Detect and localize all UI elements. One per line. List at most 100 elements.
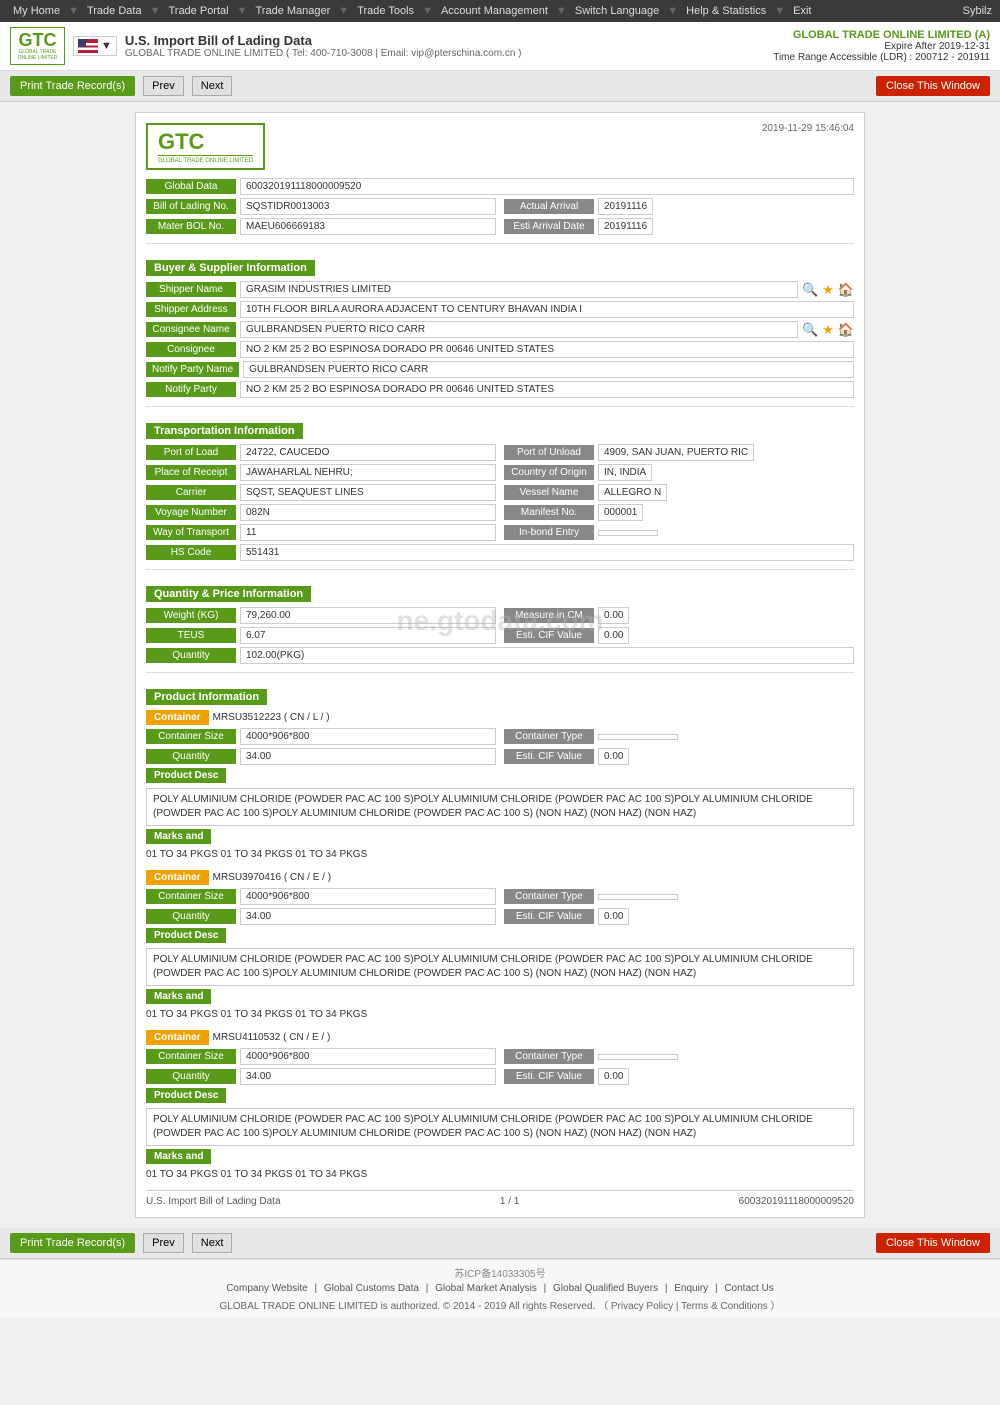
container-size-label-2: Container Size bbox=[146, 889, 236, 904]
weight-group: Weight (KG) 79,260.00 bbox=[146, 607, 496, 624]
port-load-group: Port of Load 24722, CAUCEDO bbox=[146, 444, 496, 461]
consignee-label: Consignee bbox=[146, 342, 236, 357]
print-button[interactable]: Print Trade Record(s) bbox=[10, 76, 135, 96]
card-footer-id: 600320191118000009520 bbox=[739, 1196, 854, 1207]
home-icon[interactable]: 🏠 bbox=[838, 282, 854, 298]
nav-trade-tools[interactable]: Trade Tools bbox=[352, 3, 419, 19]
prev-button[interactable]: Prev bbox=[143, 76, 184, 96]
card-logo: GTC GLOBAL TRADE ONLINE LIMITED bbox=[146, 123, 265, 170]
container-1-cif-group: Esti. CIF Value 0.00 bbox=[504, 748, 854, 765]
footer-global-customs-data[interactable]: Global Customs Data bbox=[324, 1283, 419, 1294]
measure-label: Measure in CM bbox=[504, 608, 594, 623]
container-3-qty-row: Quantity 34.00 Esti. CIF Value 0.00 bbox=[146, 1068, 854, 1085]
container-2-size-value: 4000*906*800 bbox=[240, 888, 496, 905]
header-left: GTC GLOBAL TRADE ONLINE LIMITED ▼ U.S. I… bbox=[10, 27, 522, 65]
bottom-prev-button[interactable]: Prev bbox=[143, 1233, 184, 1253]
product-desc-2: POLY ALUMINIUM CHLORIDE (POWDER PAC AC 1… bbox=[146, 948, 854, 986]
footer-contact-us[interactable]: Contact Us bbox=[724, 1283, 773, 1294]
time-range: Time Range Accessible (LDR) : 200712 - 2… bbox=[773, 52, 990, 63]
nav-trade-data[interactable]: Trade Data bbox=[82, 3, 147, 19]
esti-arrival-group: Esti Arrival Date 20191116 bbox=[504, 218, 854, 235]
container-2-size-row: Container Size 4000*906*800 Container Ty… bbox=[146, 888, 854, 905]
teus-cif-row: TEUS 6.07 Esti. CIF Value 0.00 bbox=[146, 627, 854, 644]
quantity-label: Quantity bbox=[146, 648, 236, 663]
container-3-type-value bbox=[598, 1054, 678, 1060]
nav-switch-language[interactable]: Switch Language bbox=[570, 3, 664, 19]
teus-value: 6.07 bbox=[240, 627, 496, 644]
marks-label-3: Marks and bbox=[146, 1149, 854, 1166]
next-button[interactable]: Next bbox=[192, 76, 233, 96]
card-header: GTC GLOBAL TRADE ONLINE LIMITED 2019-11-… bbox=[146, 123, 854, 170]
esti-cif-value: 0.00 bbox=[598, 627, 629, 644]
transport-mode-group: Way of Transport 11 bbox=[146, 524, 496, 541]
global-data-row: Global Data 600320191118000009520 bbox=[146, 178, 854, 195]
product-desc-label-2: Product Desc bbox=[146, 928, 854, 945]
flag-icon bbox=[78, 39, 98, 53]
bottom-next-button[interactable]: Next bbox=[192, 1233, 233, 1253]
logo: GTC GLOBAL TRADE ONLINE LIMITED bbox=[10, 27, 65, 65]
transport-section: Transportation Information Port of Load … bbox=[146, 415, 854, 561]
container-1-badge: Container bbox=[146, 710, 209, 725]
actual-arrival-value: 20191116 bbox=[598, 198, 653, 215]
bottom-print-button[interactable]: Print Trade Record(s) bbox=[10, 1233, 135, 1253]
nav-trade-manager[interactable]: Trade Manager bbox=[250, 3, 335, 19]
nav-trade-portal[interactable]: Trade Portal bbox=[163, 3, 233, 19]
flag-dropdown-icon: ▼ bbox=[101, 40, 112, 52]
consignee-name-label: Consignee Name bbox=[146, 322, 236, 337]
transport-mode-value: 11 bbox=[240, 524, 496, 541]
consignee-search-icon[interactable]: 🔍 bbox=[802, 322, 818, 338]
marks-text-3: 01 TO 34 PKGS 01 TO 34 PKGS 01 TO 34 PKG… bbox=[146, 1169, 854, 1180]
actual-arrival-group: Actual Arrival 20191116 bbox=[504, 198, 854, 215]
container-3-size-row: Container Size 4000*906*800 Container Ty… bbox=[146, 1048, 854, 1065]
nav-account-management[interactable]: Account Management bbox=[436, 3, 553, 19]
place-receipt-group: Place of Receipt JAWAHARLAL NEHRU; bbox=[146, 464, 496, 481]
close-button[interactable]: Close This Window bbox=[876, 76, 990, 96]
nav-help-statistics[interactable]: Help & Statistics bbox=[681, 3, 771, 19]
inbond-label: In-bond Entry bbox=[504, 525, 594, 540]
footer-enquiry[interactable]: Enquiry bbox=[674, 1283, 708, 1294]
container-1-size-group: Container Size 4000*906*800 bbox=[146, 728, 496, 745]
shipper-name-value: GRASIM INDUSTRIES LIMITED bbox=[240, 281, 798, 298]
notify-party-name-label: Notify Party Name bbox=[146, 362, 239, 377]
container-3-qty-value: 34.00 bbox=[240, 1068, 496, 1085]
place-receipt-label: Place of Receipt bbox=[146, 465, 236, 480]
carrier-label: Carrier bbox=[146, 485, 236, 500]
footer-links: Company Website | Global Customs Data | … bbox=[10, 1283, 990, 1294]
quantity-value: 102.00(PKG) bbox=[240, 647, 854, 664]
container-3-cif-group: Esti. CIF Value 0.00 bbox=[504, 1068, 854, 1085]
inbond-value bbox=[598, 530, 658, 536]
mater-bol-row: Mater BOL No. MAEU606669183 Esti Arrival… bbox=[146, 218, 854, 235]
card-footer: U.S. Import Bill of Lading Data 1 / 1 60… bbox=[146, 1190, 854, 1207]
search-icon[interactable]: 🔍 bbox=[802, 282, 818, 298]
container-1-cif-value: 0.00 bbox=[598, 748, 629, 765]
flag-selector[interactable]: ▼ bbox=[73, 36, 117, 56]
container-3-id-row: Container MRSU4110532 ( CN / E / ) bbox=[146, 1030, 854, 1045]
global-data-label: Global Data bbox=[146, 179, 236, 194]
container-type-label-1: Container Type bbox=[504, 729, 594, 744]
marks-label-1: Marks and bbox=[146, 829, 854, 846]
container-3-size-value: 4000*906*800 bbox=[240, 1048, 496, 1065]
manifest-value: 000001 bbox=[598, 504, 643, 521]
carrier-vessel-row: Carrier SQST, SEAQUEST LINES Vessel Name… bbox=[146, 484, 854, 501]
mater-bol-value: MAEU606669183 bbox=[240, 218, 496, 235]
quantity-header: Quantity & Price Information bbox=[146, 586, 311, 602]
container-2-type-value bbox=[598, 894, 678, 900]
footer-global-market-analysis[interactable]: Global Market Analysis bbox=[435, 1283, 537, 1294]
footer-global-qualified-buyers[interactable]: Global Qualified Buyers bbox=[553, 1283, 658, 1294]
star-icon[interactable]: ★ bbox=[822, 282, 834, 298]
nav-exit[interactable]: Exit bbox=[788, 3, 816, 19]
footer-company-website[interactable]: Company Website bbox=[226, 1283, 308, 1294]
country-origin-label: Country of Origin bbox=[504, 465, 594, 480]
consignee-home-icon[interactable]: 🏠 bbox=[838, 322, 854, 338]
bottom-close-button[interactable]: Close This Window bbox=[876, 1233, 990, 1253]
nav-my-home[interactable]: My Home bbox=[8, 3, 65, 19]
container-type-label-3: Container Type bbox=[504, 1049, 594, 1064]
product-desc-label-3: Product Desc bbox=[146, 1088, 854, 1105]
container-size-label-3: Container Size bbox=[146, 1049, 236, 1064]
place-receipt-value: JAWAHARLAL NEHRU; bbox=[240, 464, 496, 481]
voyage-manifest-row: Voyage Number 082N Manifest No. 000001 bbox=[146, 504, 854, 521]
container-2-qty-row: Quantity 34.00 Esti. CIF Value 0.00 bbox=[146, 908, 854, 925]
consignee-star-icon[interactable]: ★ bbox=[822, 322, 834, 338]
shipper-address-row: Shipper Address 10TH FLOOR BIRLA AURORA … bbox=[146, 301, 854, 318]
page-footer: 苏ICP备14033305号 Company Website | Global … bbox=[0, 1259, 1000, 1317]
